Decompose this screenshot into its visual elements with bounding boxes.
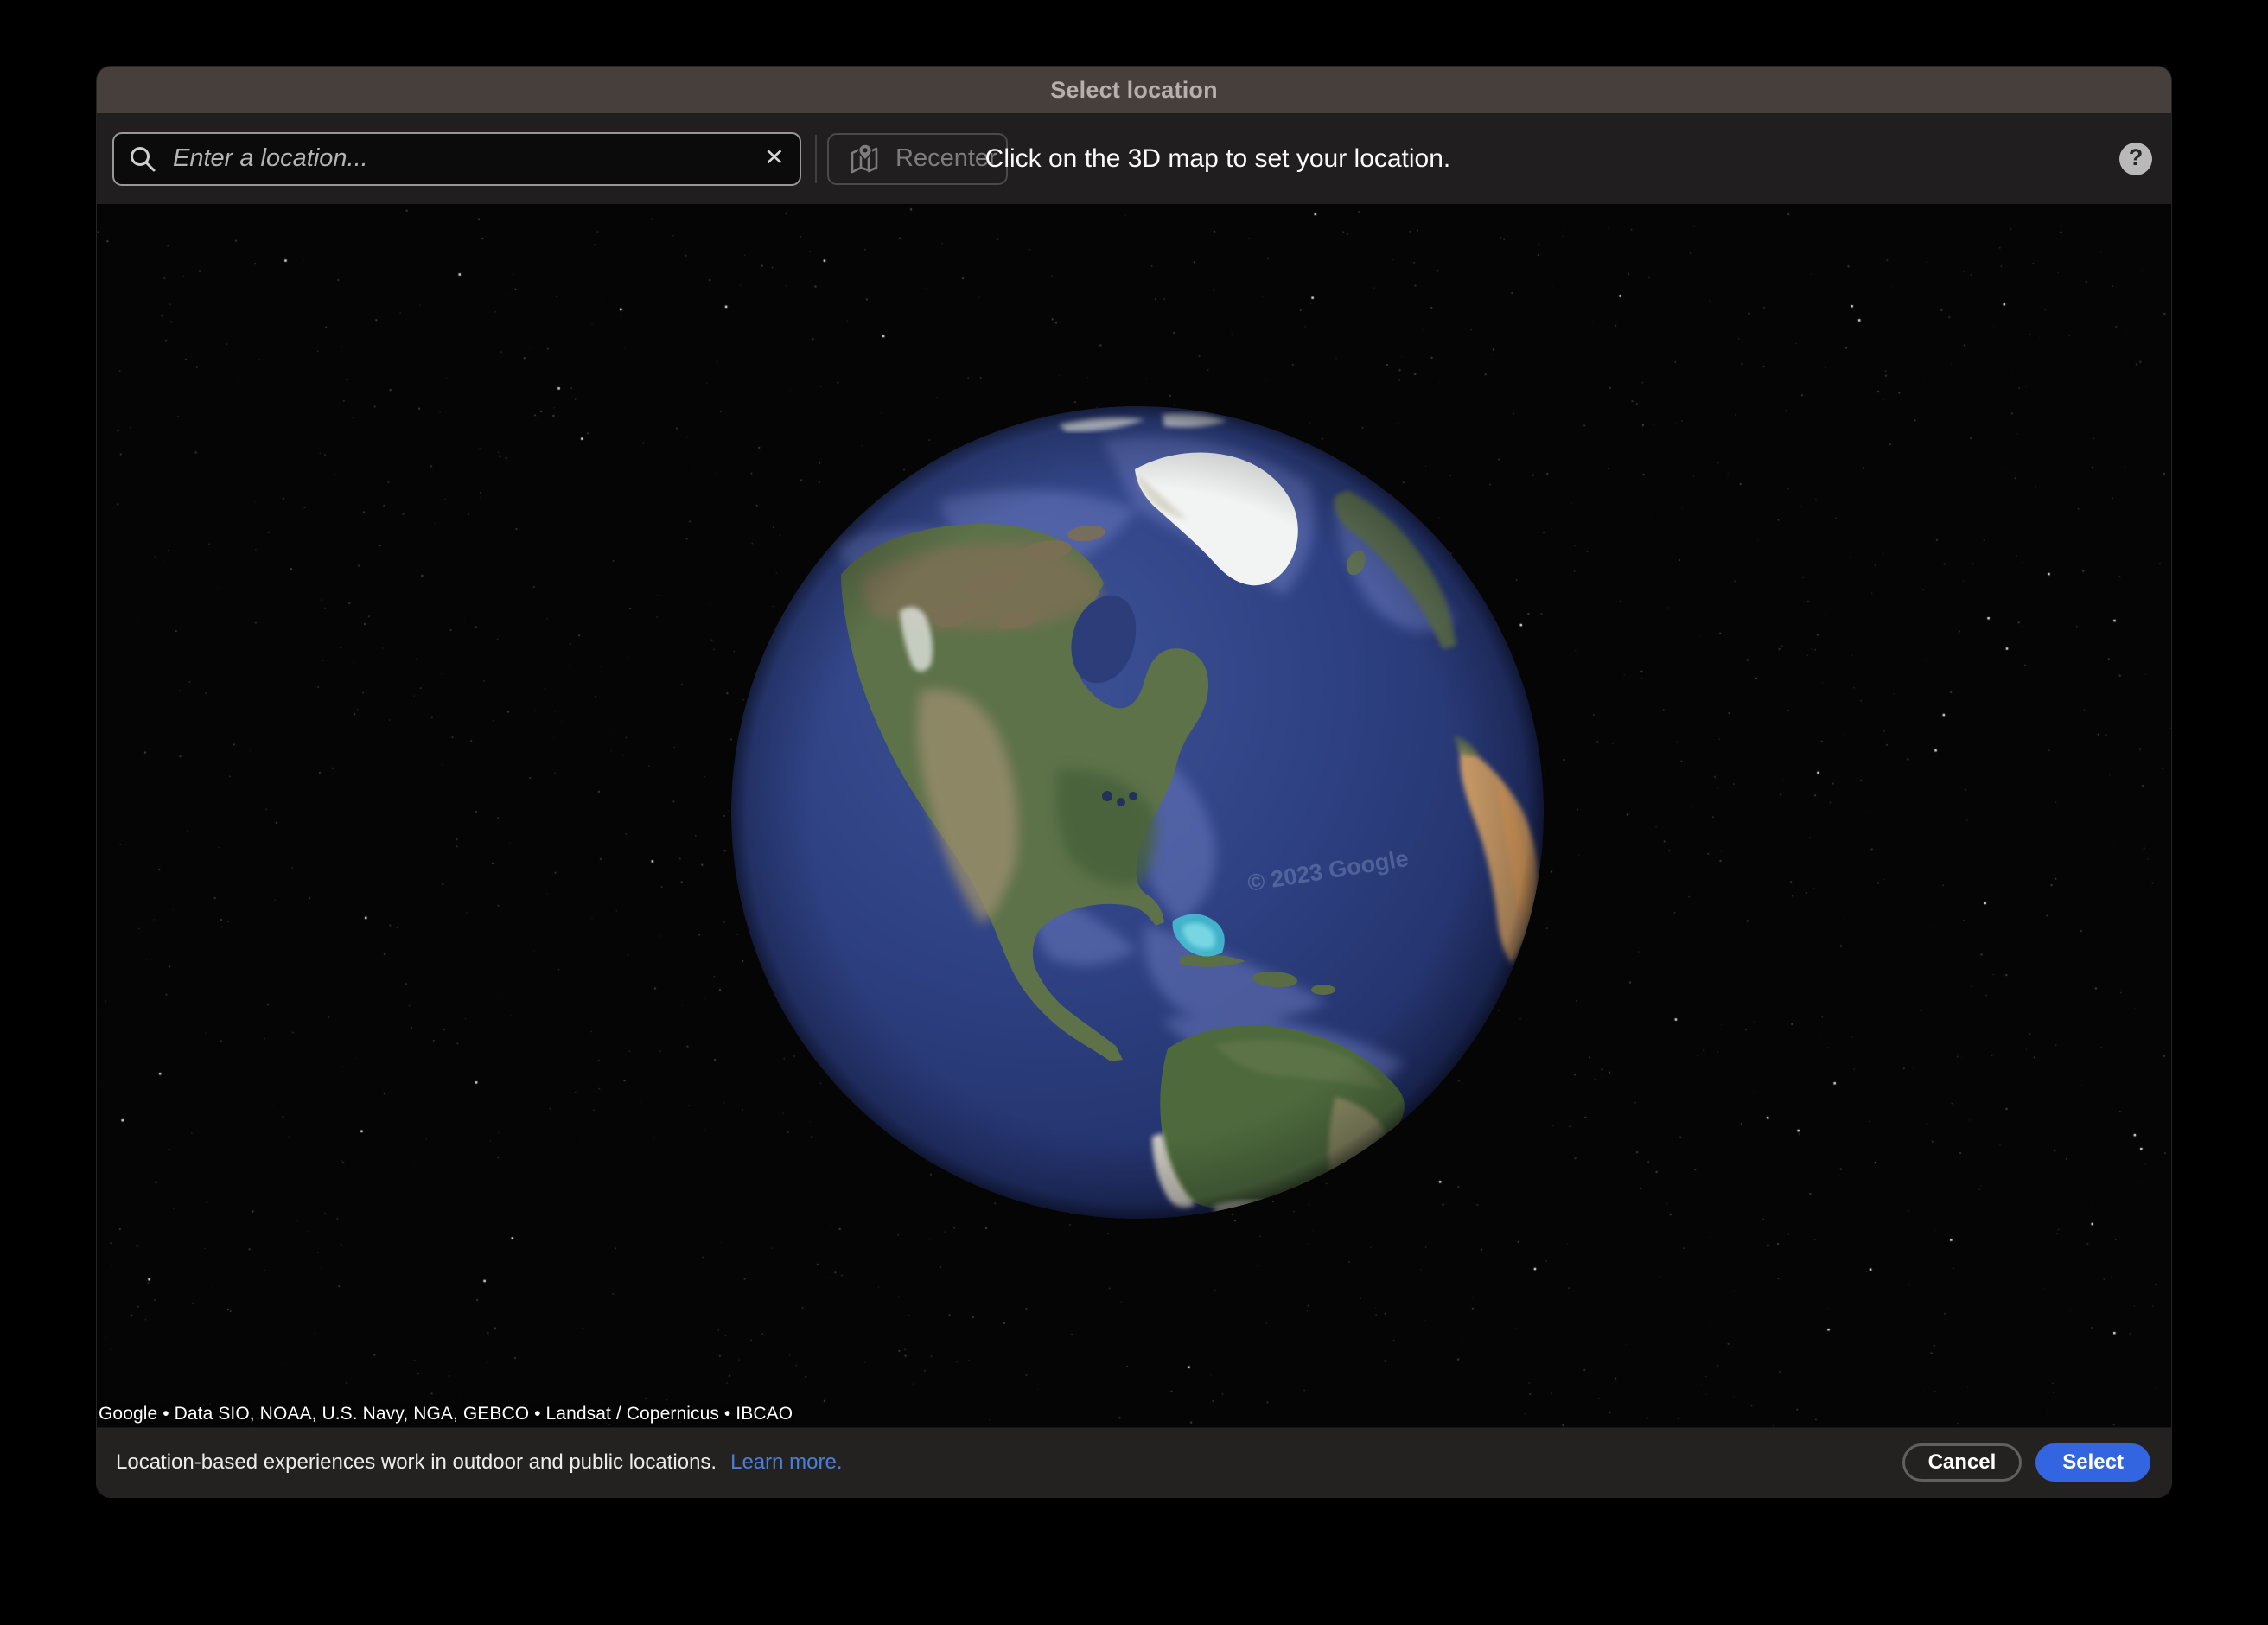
clear-search-icon[interactable]: ×: [765, 142, 784, 175]
instruction-text: Click on the 3D map to set your location…: [984, 143, 1451, 173]
toolbar-divider: [815, 134, 817, 183]
dialog-title: Select location: [1050, 76, 1218, 103]
search-input[interactable]: [171, 143, 765, 174]
search-icon: [131, 146, 156, 171]
toolbar: × Recenter Click on the 3D map to set yo…: [97, 113, 2171, 204]
learn-more-link[interactable]: Learn more.: [730, 1450, 842, 1475]
select-location-dialog: Select location × Recenter Click on the …: [97, 67, 2171, 1497]
recenter-button[interactable]: Recenter: [827, 132, 1008, 185]
dialog-footer: Location-based experiences work in outdo…: [97, 1427, 2171, 1497]
footer-note: Location-based experiences work in outdo…: [116, 1450, 717, 1474]
earth-globe[interactable]: © 2023 Google: [730, 405, 1545, 1220]
help-icon[interactable]: ?: [2119, 142, 2152, 175]
map-attribution: Google • Data SIO, NOAA, U.S. Navy, NGA,…: [99, 1404, 793, 1424]
recenter-label: Recenter: [895, 144, 997, 172]
map-3d-view[interactable]: © 2023 Google Google • Data SIO, NOAA, U…: [97, 204, 2171, 1427]
select-button[interactable]: Select: [2035, 1443, 2150, 1482]
cancel-button[interactable]: Cancel: [1902, 1443, 2023, 1482]
dialog-titlebar: Select location: [97, 67, 2171, 113]
map-pin-icon: [850, 143, 878, 173]
location-search-box[interactable]: ×: [112, 131, 801, 186]
